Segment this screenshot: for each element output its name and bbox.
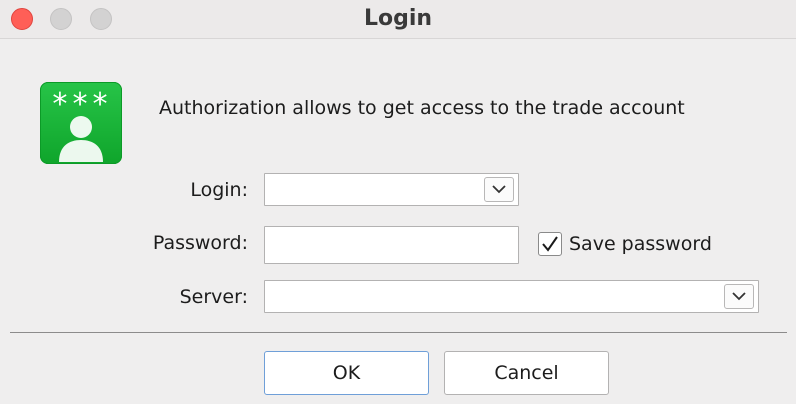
cancel-button[interactable]: Cancel <box>444 351 609 395</box>
save-password-label[interactable]: Save password <box>569 231 712 257</box>
chevron-down-icon <box>732 292 746 301</box>
checkmark-icon <box>542 236 558 252</box>
password-user-icon: *** <box>40 82 122 164</box>
ok-button[interactable]: OK <box>264 351 429 395</box>
server-label: Server: <box>179 286 248 308</box>
server-dropdown-button[interactable] <box>724 284 754 309</box>
password-input[interactable] <box>269 232 518 260</box>
login-combobox[interactable] <box>264 173 519 206</box>
login-label: Login: <box>190 179 248 201</box>
server-input[interactable] <box>269 283 723 311</box>
save-password-checkbox[interactable] <box>538 232 562 256</box>
title-bar: Login <box>0 0 796 39</box>
window-title: Login <box>363 6 433 31</box>
password-label: Password: <box>152 232 248 254</box>
login-input[interactable] <box>269 176 483 204</box>
login-dialog: Login *** Authorization allows to get ac… <box>0 0 796 404</box>
authorization-description: Authorization allows to get access to th… <box>159 97 685 119</box>
login-dropdown-button[interactable] <box>484 177 514 202</box>
server-combobox[interactable] <box>264 280 759 313</box>
password-field[interactable] <box>264 226 519 264</box>
divider <box>10 332 787 333</box>
chevron-down-icon <box>492 185 506 194</box>
